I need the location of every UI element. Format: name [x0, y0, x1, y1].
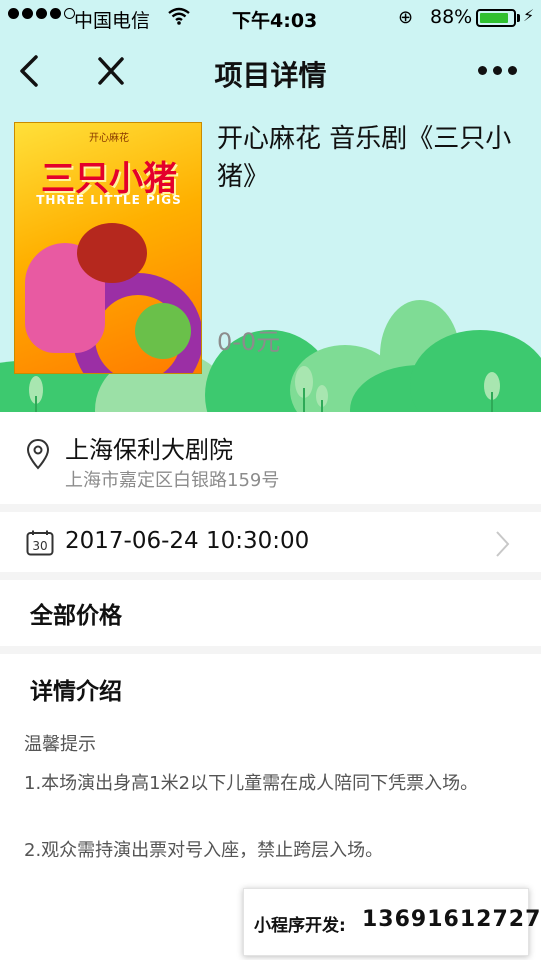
date-row[interactable]: 30 2017-06-24 10:30:00: [0, 512, 541, 572]
event-price: 0-0元: [217, 328, 281, 356]
signal-icon: [8, 8, 75, 19]
lock-rotation-icon: ⊕: [398, 7, 414, 28]
poster-pig-graphic: [135, 303, 191, 359]
all-prices-label: 全部价格: [30, 603, 122, 629]
header-area: 中国电信 下午4:03 ⊕ 88% ⚡ 项目详情 开心麻花 三只小猪 THREE…: [0, 0, 541, 412]
carrier-name: 中国电信: [74, 10, 151, 32]
tips-title: 温馨提示: [24, 734, 96, 755]
svg-text:30: 30: [32, 539, 47, 553]
battery-icon: [476, 9, 516, 27]
nav-bar: 项目详情: [0, 40, 541, 104]
location-pin-icon: [26, 438, 50, 470]
tip-item: 1.本场演出身高1米2以下儿童需在成人陪同下凭票入场。: [24, 773, 479, 794]
status-bar: 中国电信 下午4:03 ⊕ 88% ⚡: [0, 0, 541, 36]
poster-subtitle: THREE LITTLE PIGS: [36, 193, 182, 207]
battery-percent: 88%: [430, 6, 473, 28]
all-prices-row[interactable]: 全部价格: [0, 580, 541, 646]
event-poster[interactable]: 开心麻花 三只小猪 THREE LITTLE PIGS: [14, 122, 202, 374]
poster-top-text: 开心麻花: [89, 133, 129, 144]
calendar-icon: 30: [26, 530, 54, 556]
charging-icon: ⚡: [523, 6, 535, 25]
divider: [0, 646, 541, 654]
page-title: 项目详情: [214, 59, 327, 92]
venue-address: 上海市嘉定区白银路159号: [65, 470, 280, 491]
chevron-right-icon: [496, 531, 510, 557]
battery-tip: [517, 14, 520, 22]
venue-row[interactable]: 上海保利大剧院 上海市嘉定区白银路159号: [0, 412, 541, 504]
contact-phone: 13691612727: [362, 907, 541, 932]
more-icon[interactable]: [478, 66, 517, 75]
wifi-icon: [168, 6, 190, 31]
developer-contact-badge[interactable]: 小程序开发: 13691612727: [243, 888, 540, 956]
clock: 下午4:03: [232, 10, 318, 32]
poster-wolf-graphic: [77, 223, 147, 283]
divider: [0, 572, 541, 580]
divider: [0, 504, 541, 512]
event-name: 开心麻花 音乐剧《三只小猪》: [217, 124, 512, 192]
event-datetime: 2017-06-24 10:30:00: [65, 528, 310, 554]
tip-item: 2.观众需持演出票对号入座，禁止跨层入场。: [24, 840, 384, 861]
detail-heading: 详情介绍: [30, 679, 122, 705]
venue-name: 上海保利大剧院: [65, 436, 233, 464]
contact-label: 小程序开发:: [254, 916, 346, 936]
